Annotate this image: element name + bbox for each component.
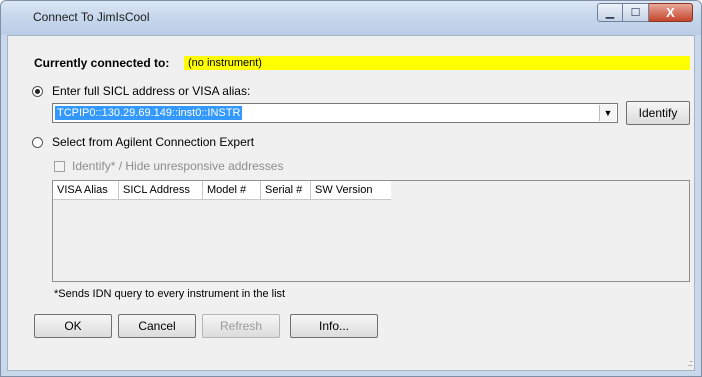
window-title: Connect To JimIsCool bbox=[33, 10, 150, 24]
refresh-button-label: Refresh bbox=[219, 319, 263, 333]
column-header[interactable]: SICL Address bbox=[119, 181, 203, 199]
cancel-button-label: Cancel bbox=[138, 319, 176, 333]
ok-button-label: OK bbox=[64, 319, 82, 333]
identify-button[interactable]: Identify bbox=[626, 101, 690, 125]
ace-radio-label[interactable]: Select from Agilent Connection Expert bbox=[52, 135, 254, 149]
status-value: (no instrument) bbox=[184, 56, 690, 70]
identify-checkbox[interactable] bbox=[54, 161, 65, 172]
info-button-label: Info... bbox=[318, 319, 350, 333]
info-button[interactable]: Info... bbox=[290, 314, 378, 338]
resize-grip-icon[interactable]: .:: bbox=[687, 358, 692, 368]
dialog-client-area: Currently connected to: (no instrument) … bbox=[7, 35, 695, 371]
refresh-button[interactable]: Refresh bbox=[202, 314, 280, 338]
dialog-window: Connect To JimIsCool ▁ ☐ X Currently con… bbox=[0, 0, 702, 377]
column-header[interactable]: Model # bbox=[203, 181, 261, 199]
column-header[interactable]: SW Version bbox=[311, 181, 391, 199]
maximize-icon: ☐ bbox=[630, 7, 641, 19]
column-header[interactable]: Serial # bbox=[261, 181, 311, 199]
close-button[interactable]: X bbox=[649, 3, 693, 22]
title-bar[interactable]: Connect To JimIsCool ▁ ☐ X bbox=[1, 1, 701, 35]
instrument-table[interactable]: VISA Alias SICL Address Model # Serial #… bbox=[52, 180, 690, 282]
table-header: VISA Alias SICL Address Model # Serial #… bbox=[53, 181, 391, 200]
window-controls: ▁ ☐ X bbox=[597, 3, 693, 23]
minimize-icon: ▁ bbox=[605, 7, 615, 19]
identify-checkbox-label[interactable]: Identify* / Hide unresponsive addresses bbox=[72, 159, 283, 173]
footnote: *Sends IDN query to every instrument in … bbox=[54, 288, 286, 300]
address-radio-label[interactable]: Enter full SICL address or VISA alias: bbox=[52, 84, 250, 98]
close-icon: X bbox=[666, 5, 675, 20]
address-value[interactable]: TCPIP0::130.29.69.149::inst0::INSTR bbox=[55, 106, 243, 120]
address-radio[interactable] bbox=[32, 86, 43, 97]
status-label: Currently connected to: bbox=[34, 56, 170, 70]
column-header[interactable]: VISA Alias bbox=[53, 181, 119, 199]
chevron-down-icon[interactable]: ▼ bbox=[599, 105, 616, 121]
maximize-button[interactable]: ☐ bbox=[623, 3, 649, 22]
minimize-button[interactable]: ▁ bbox=[597, 3, 623, 22]
cancel-button[interactable]: Cancel bbox=[118, 314, 196, 338]
address-combobox[interactable]: TCPIP0::130.29.69.149::inst0::INSTR ▼ bbox=[52, 103, 618, 123]
ace-radio[interactable] bbox=[32, 137, 43, 148]
identify-button-label: Identify bbox=[638, 106, 678, 120]
ok-button[interactable]: OK bbox=[34, 314, 112, 338]
